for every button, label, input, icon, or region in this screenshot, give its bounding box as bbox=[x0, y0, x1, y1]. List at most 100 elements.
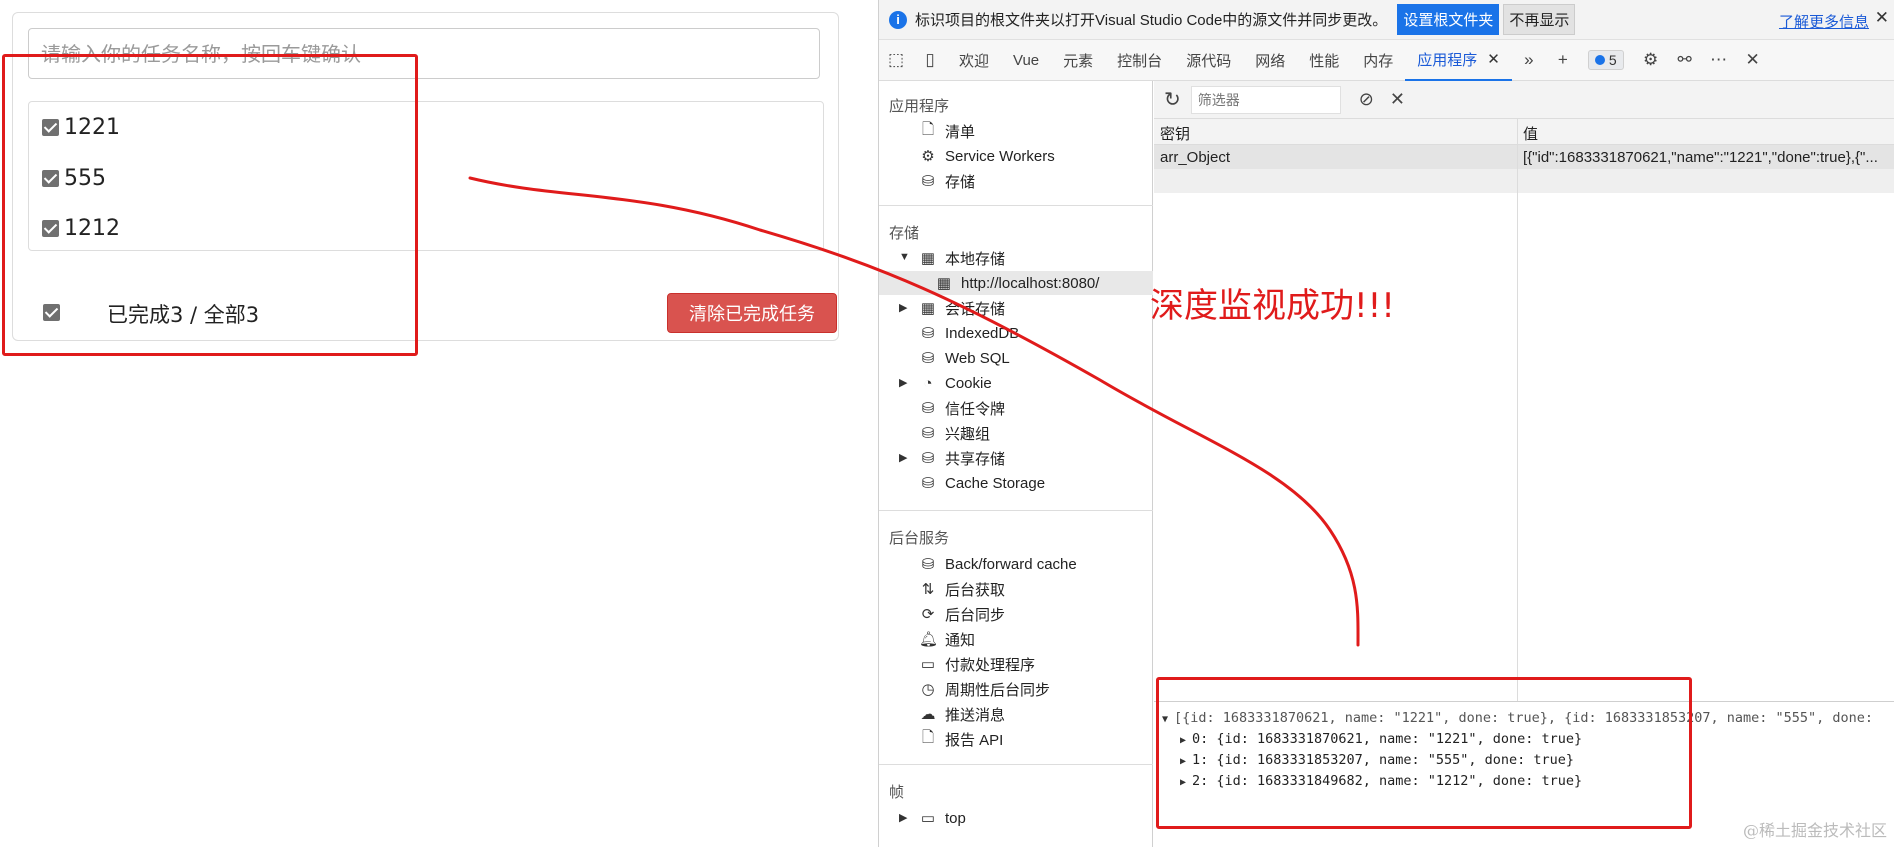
gear-icon[interactable]: ⚙ bbox=[1634, 50, 1668, 70]
divider bbox=[879, 205, 1153, 206]
set-root-folder-button[interactable]: 设置根文件夹 bbox=[1397, 4, 1500, 35]
tab-elements[interactable]: 元素 bbox=[1051, 40, 1105, 81]
sidebar-item-shared-storage[interactable]: ⛁ 共享存储 bbox=[919, 446, 1005, 470]
file-icon: 🗋 bbox=[921, 728, 935, 746]
learn-more-link[interactable]: 了解更多信息 bbox=[1779, 11, 1869, 32]
value-column-header[interactable]: 值 bbox=[1523, 123, 1538, 144]
sidebar-item-interest-groups[interactable]: ⛁ 兴趣组 bbox=[919, 421, 990, 445]
expand-right-icon[interactable]: ▶ bbox=[899, 811, 907, 824]
sidebar-item-label: top bbox=[945, 809, 966, 827]
database-icon: ⛁ bbox=[921, 325, 935, 342]
sidebar-item-label: 共享存储 bbox=[945, 450, 1006, 468]
sidebar-item-label: 周期性后台同步 bbox=[945, 681, 1051, 699]
section-storage: 存储 bbox=[889, 225, 920, 242]
clear-done-button[interactable]: 清除已完成任务 bbox=[667, 293, 837, 333]
database-icon: ⛁ bbox=[921, 425, 935, 442]
sidebar-item-session-storage[interactable]: ▦ 会话存储 bbox=[919, 296, 1005, 320]
sidebar-item-background-sync[interactable]: ⟳ 后台同步 bbox=[919, 602, 1005, 626]
grid-icon: ▦ bbox=[920, 300, 936, 317]
grid-icon: ▦ bbox=[920, 250, 936, 267]
issues-badge[interactable]: 5 bbox=[1587, 50, 1624, 70]
filter-input[interactable] bbox=[1190, 85, 1341, 114]
database-icon: ⛁ bbox=[921, 475, 935, 492]
tab-network[interactable]: 网络 bbox=[1243, 40, 1297, 81]
devtools-tab-bar: ⬚ ▯ 欢迎 Vue 元素 控制台 源代码 网络 性能 内存 应用程序 ✕ » … bbox=[879, 40, 1894, 81]
database-icon: ⛁ bbox=[921, 400, 935, 417]
sidebar-item-trust-tokens[interactable]: ⛁ 信任令牌 bbox=[919, 396, 1005, 420]
database-icon: ⛁ bbox=[921, 173, 935, 190]
sidebar-item-indexeddb[interactable]: ⛁ IndexedDB bbox=[919, 321, 1020, 345]
sidebar-item-reporting-api[interactable]: 🗋 报告 API bbox=[919, 727, 1003, 751]
sidebar-item-background-fetch[interactable]: ⇅ 后台获取 bbox=[919, 577, 1005, 601]
sidebar-item-label: 报告 API bbox=[945, 731, 1004, 749]
delete-selected-icon[interactable]: ✕ bbox=[1390, 89, 1405, 110]
grid-icon: ▦ bbox=[936, 275, 952, 292]
table-row[interactable]: arr_Object [{"id":1683331870621,"name":"… bbox=[1154, 145, 1894, 169]
section-application: 应用程序 bbox=[889, 98, 950, 115]
sidebar-item-localhost[interactable]: ▦ http://localhost:8080/ bbox=[879, 271, 1153, 295]
sidebar-item-push-messaging[interactable]: ☁ 推送消息 bbox=[919, 702, 1006, 726]
close-icon[interactable]: ✕ bbox=[1736, 50, 1770, 70]
watermark: @稀土掘金技术社区 bbox=[1742, 821, 1887, 840]
sidebar-item-notifications[interactable]: 🔔︎ 通知 bbox=[919, 627, 975, 651]
value-cell: [{"id":1683331870621,"name":"1221","done… bbox=[1523, 149, 1878, 166]
sidebar-item-periodic-sync[interactable]: ◷ 周期性后台同步 bbox=[919, 677, 1050, 701]
inspect-icon[interactable]: ⬚ bbox=[879, 50, 913, 70]
storage-table: 密钥 值 arr_Object [{"id":1683331870621,"na… bbox=[1154, 119, 1894, 701]
sidebar-item-top-frame[interactable]: ▭ top bbox=[919, 806, 966, 830]
tab-performance[interactable]: 性能 bbox=[1297, 40, 1351, 81]
sidebar-item-cache-storage[interactable]: ⛁ Cache Storage bbox=[919, 471, 1045, 495]
add-tab-icon[interactable]: + bbox=[1546, 50, 1580, 70]
sidebar-item-label: 兴趣组 bbox=[945, 425, 991, 443]
info-icon: i bbox=[889, 10, 907, 29]
expand-right-icon[interactable]: ▶ bbox=[899, 301, 907, 314]
sidebar-item-label: 后台获取 bbox=[945, 581, 1006, 599]
sidebar-item-payment-handler[interactable]: ▭ 付款处理程序 bbox=[919, 652, 1035, 676]
sidebar-item-local-storage[interactable]: ▦ 本地存储 bbox=[919, 246, 1005, 270]
tab-console[interactable]: 控制台 bbox=[1105, 40, 1174, 81]
sidebar-item-label: IndexedDB bbox=[945, 324, 1020, 342]
sidebar-item-label: 推送消息 bbox=[945, 706, 1006, 724]
sidebar-item-label: 信任令牌 bbox=[945, 400, 1006, 418]
file-icon: 🗋 bbox=[921, 120, 935, 138]
sidebar-item-cookie[interactable]: ◔ Cookie bbox=[919, 371, 991, 395]
database-icon: ⛁ bbox=[921, 350, 935, 367]
sidebar-item-label: 清单 bbox=[945, 123, 976, 141]
cookie-icon: ◔ bbox=[923, 374, 933, 392]
more-options-icon[interactable]: ⋯ bbox=[1702, 50, 1736, 70]
expand-right-icon[interactable]: ▶ bbox=[899, 376, 907, 389]
tab-application[interactable]: 应用程序 ✕ bbox=[1405, 40, 1512, 81]
key-column-header[interactable]: 密钥 bbox=[1160, 123, 1190, 144]
sidebar-item-bfcache[interactable]: ⛁ Back/forward cache bbox=[919, 552, 1077, 576]
sidebar-item-label: Web SQL bbox=[945, 349, 1010, 367]
credit-card-icon: ▭ bbox=[920, 656, 936, 673]
tab-sources[interactable]: 源代码 bbox=[1174, 40, 1243, 81]
table-header: 密钥 值 bbox=[1154, 119, 1894, 145]
close-icon[interactable]: ✕ bbox=[1487, 50, 1500, 68]
sidebar-item-service-workers[interactable]: ⚙ Service Workers bbox=[919, 144, 1055, 168]
key-cell: arr_Object bbox=[1160, 149, 1231, 166]
tab-memory[interactable]: 内存 bbox=[1351, 40, 1405, 81]
sync-icon: ⟳ bbox=[921, 606, 935, 623]
issues-icon bbox=[1594, 55, 1605, 65]
tab-vue[interactable]: Vue bbox=[1001, 40, 1051, 81]
column-divider bbox=[1517, 119, 1518, 701]
table-row-empty[interactable] bbox=[1154, 169, 1894, 193]
expand-down-icon[interactable]: ▼ bbox=[899, 251, 910, 263]
tab-welcome[interactable]: 欢迎 bbox=[947, 40, 1001, 81]
expand-right-icon[interactable]: ▶ bbox=[899, 451, 907, 464]
sidebar-item-web-sql[interactable]: ⛁ Web SQL bbox=[919, 346, 1010, 370]
sidebar-item-manifest[interactable]: 🗋 清单 bbox=[919, 119, 975, 143]
clock-icon: ◷ bbox=[921, 681, 935, 698]
device-emulation-icon[interactable]: ▯ bbox=[913, 50, 947, 70]
more-tabs-icon[interactable]: » bbox=[1512, 50, 1546, 70]
refresh-icon[interactable]: ↻ bbox=[1164, 87, 1181, 112]
customize-icon[interactable]: ⚯ bbox=[1668, 50, 1702, 70]
bell-icon: 🔔︎ bbox=[919, 631, 939, 648]
sidebar-item-storage[interactable]: ⛁ 存储 bbox=[919, 169, 975, 193]
sidebar-item-label: 通知 bbox=[945, 631, 976, 649]
dont-show-again-button[interactable]: 不再显示 bbox=[1503, 4, 1576, 35]
sidebar-item-label: Service Workers bbox=[945, 147, 1055, 165]
clear-all-icon[interactable]: ⊘ bbox=[1359, 89, 1374, 110]
close-icon[interactable]: ✕ bbox=[1875, 8, 1889, 28]
